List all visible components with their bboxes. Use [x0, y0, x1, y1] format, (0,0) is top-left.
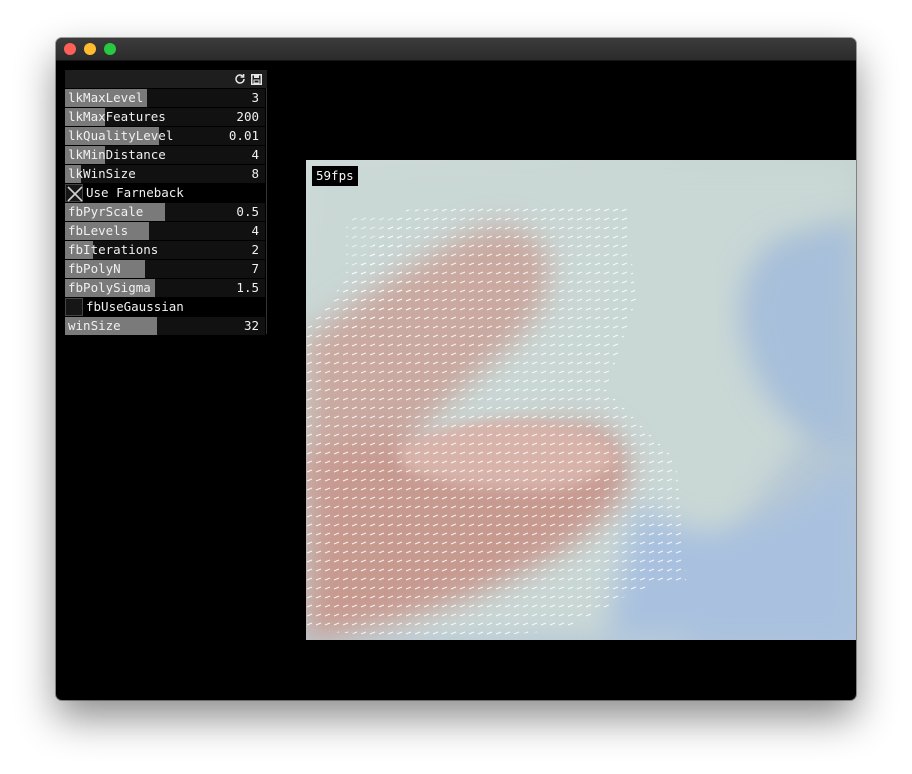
panel-border	[266, 88, 267, 334]
reload-icon[interactable]	[233, 71, 247, 87]
slider-label: lkMaxFeatures	[68, 109, 166, 124]
slider-label: fbIterations	[68, 242, 159, 257]
slider-value: 1.5	[236, 280, 259, 295]
slider-value: 7	[251, 261, 259, 276]
camera-view: 59fps	[306, 160, 856, 640]
slider-label: fbPyrScale	[68, 204, 144, 219]
close-button[interactable]	[64, 43, 76, 55]
slider-value: 200	[236, 109, 259, 124]
slider-label: fbPolySigma	[68, 280, 151, 295]
slider-fbPyrScale[interactable]: fbPyrScale 0.5	[65, 203, 265, 221]
slider-label: fbLevels	[68, 223, 129, 238]
slider-fbPolySigma[interactable]: fbPolySigma 1.5	[65, 279, 265, 297]
slider-value: 3	[251, 90, 259, 105]
slider-fbIterations[interactable]: fbIterations 2	[65, 241, 265, 259]
checkbox-unchecked-icon[interactable]	[65, 298, 83, 316]
slider-lkMaxLevel[interactable]: lkMaxLevel 3	[65, 89, 265, 107]
camera-image	[306, 160, 856, 640]
toggle-use-farneback[interactable]: Use Farneback	[65, 184, 265, 202]
slider-lkWinSize[interactable]: lkWinSize 8	[65, 165, 265, 183]
checkbox-checked-icon[interactable]	[65, 184, 83, 202]
slider-label: lkWinSize	[68, 166, 136, 181]
slider-value: 4	[251, 147, 259, 162]
slider-value: 0.01	[228, 128, 259, 143]
fps-counter: 59fps	[312, 166, 358, 186]
gui-panel: lkMaxLevel 3 lkMaxFeatures 200 lkQuality…	[65, 70, 267, 335]
slider-lkQualityLevel[interactable]: lkQualityLevel 0.01	[65, 127, 265, 145]
slider-fbPolyN[interactable]: fbPolyN 7	[65, 260, 265, 278]
toggle-fb-use-gaussian[interactable]: fbUseGaussian	[65, 298, 265, 316]
slider-value: 2	[251, 242, 259, 257]
slider-lkMaxFeatures[interactable]: lkMaxFeatures 200	[65, 108, 265, 126]
minimize-button[interactable]	[84, 43, 96, 55]
slider-value: 0.5	[236, 204, 259, 219]
slider-value: 4	[251, 223, 259, 238]
slider-fbLevels[interactable]: fbLevels 4	[65, 222, 265, 240]
slider-winSize[interactable]: winSize 32	[65, 317, 265, 335]
panel-header[interactable]	[65, 70, 267, 88]
save-icon[interactable]	[249, 71, 263, 87]
app-window: lkMaxLevel 3 lkMaxFeatures 200 lkQuality…	[56, 38, 856, 700]
slider-label: fbPolyN	[68, 261, 121, 276]
slider-value: 8	[251, 166, 259, 181]
toggle-label: Use Farneback	[86, 185, 184, 200]
slider-label: lkMinDistance	[68, 147, 166, 162]
slider-lkMinDistance[interactable]: lkMinDistance 4	[65, 146, 265, 164]
slider-label: lkQualityLevel	[68, 128, 174, 143]
slider-label: winSize	[68, 318, 121, 333]
toggle-label: fbUseGaussian	[86, 299, 184, 314]
title-bar[interactable]	[56, 38, 856, 61]
maximize-button[interactable]	[104, 43, 116, 55]
slider-label: lkMaxLevel	[68, 90, 144, 105]
slider-value: 32	[243, 318, 259, 333]
